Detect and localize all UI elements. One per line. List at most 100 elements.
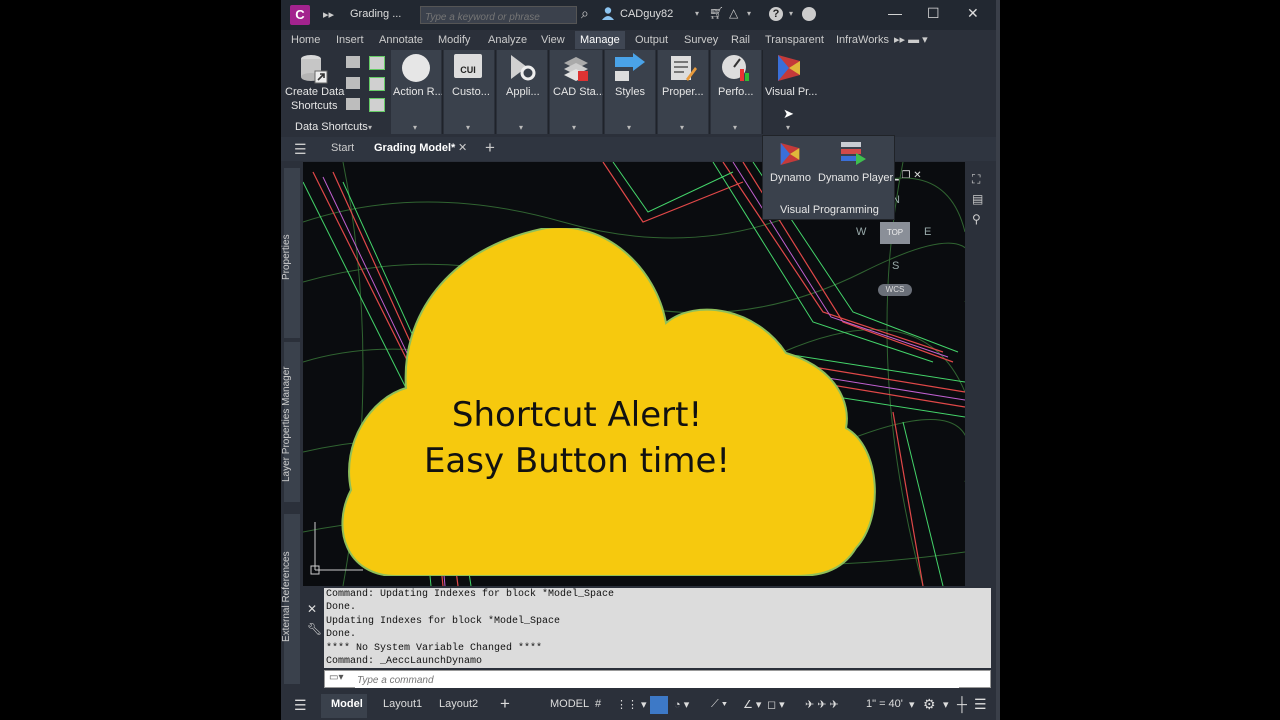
chevron-down-icon[interactable]: ▾: [733, 123, 737, 132]
tab-grading-model[interactable]: Grading Model*: [374, 142, 455, 154]
isodraft-icon[interactable]: ⟋ ▾: [711, 698, 727, 711]
search-input[interactable]: [421, 9, 579, 26]
maximize-button[interactable]: ☐: [927, 5, 940, 22]
viewcube-south[interactable]: S: [892, 260, 899, 272]
new-tab-icon[interactable]: +: [485, 138, 495, 158]
layout2-tab[interactable]: Layout2: [439, 698, 478, 710]
tab-infraworks[interactable]: InfraWorks: [836, 33, 889, 49]
chevron-down-icon[interactable]: ▾: [519, 123, 523, 132]
object-snap-icon[interactable]: ◻ ▾: [767, 698, 785, 711]
small-tool-icon[interactable]: [346, 56, 360, 68]
external-references-tab[interactable]: External References: [281, 542, 303, 652]
data-shortcuts-panel-title[interactable]: Data Shortcuts: [295, 121, 368, 133]
viewport-minimize-icon[interactable]: ▁ ❐ ✕: [891, 170, 922, 181]
small-tool-icon[interactable]: [369, 77, 385, 91]
search-box[interactable]: [420, 6, 579, 26]
tab-annotate[interactable]: Annotate: [379, 33, 423, 49]
model-space-toggle[interactable]: MODEL: [550, 698, 589, 710]
close-button[interactable]: ✕: [967, 5, 979, 22]
isolate-icon[interactable]: ┼: [957, 696, 967, 712]
dynamo-player-menu-item[interactable]: Dynamo Player: [818, 172, 893, 184]
tab-transparent[interactable]: Transparent: [765, 33, 824, 49]
full-navigation-wheel-icon[interactable]: ⛶: [972, 172, 980, 187]
create-data-shortcuts-label-2[interactable]: Shortcuts: [291, 100, 337, 112]
dynamo-icon[interactable]: [779, 141, 801, 167]
snap-icon[interactable]: ⋮⋮ ▾: [616, 698, 647, 711]
close-tab-icon[interactable]: ✕: [458, 141, 467, 154]
tab-survey[interactable]: Survey: [684, 33, 718, 49]
small-tool-icon[interactable]: [346, 98, 360, 110]
chevron-down-icon[interactable]: ▾: [695, 9, 699, 18]
zoom-icon[interactable]: ⚲: [972, 212, 981, 226]
visual-programming-group[interactable]: Visual Pr... ➤ ▾: [764, 50, 817, 137]
app-logo[interactable]: C: [290, 5, 310, 25]
layout1-tab[interactable]: Layout1: [383, 698, 422, 710]
applications-group[interactable]: Appli... ▾: [497, 50, 547, 134]
close-command-line-icon[interactable]: ✕: [307, 602, 317, 616]
small-tool-icon[interactable]: [346, 77, 360, 89]
command-line[interactable]: ▭▾: [324, 670, 991, 688]
user-name[interactable]: CADguy82: [620, 8, 673, 20]
styles-group[interactable]: Styles ▾: [605, 50, 655, 134]
create-data-shortcuts-label[interactable]: Create Data: [285, 86, 344, 98]
autodesk-app-icon[interactable]: △: [729, 6, 738, 20]
chevron-down-icon[interactable]: ▾: [413, 123, 417, 132]
chevron-down-icon[interactable]: ▾: [747, 9, 751, 18]
annotation-scale[interactable]: 1" = 40': [866, 698, 903, 710]
chevron-down-icon[interactable]: ▾: [627, 123, 631, 132]
osnap-icon[interactable]: ∠ ▾: [743, 698, 761, 711]
user-icon[interactable]: [601, 6, 615, 20]
polar-icon[interactable]: ◔ ▾: [674, 698, 689, 711]
tab-start[interactable]: Start: [331, 142, 354, 154]
model-tab[interactable]: Model: [331, 698, 363, 710]
cad-standards-group[interactable]: CAD Sta... ▾: [550, 50, 605, 134]
action-recorder-group[interactable]: Action R... ▾: [391, 50, 444, 134]
command-input[interactable]: [355, 672, 959, 688]
cart-icon[interactable]: 🛒︎: [709, 6, 724, 20]
chevron-down-icon[interactable]: ▾: [466, 123, 470, 132]
ortho-icon[interactable]: [650, 696, 668, 714]
small-tool-icon[interactable]: [369, 56, 385, 70]
chevron-down-icon[interactable]: ▾: [789, 9, 793, 18]
expand-arrows-icon[interactable]: ▸▸: [323, 8, 334, 21]
dynamo-player-icon[interactable]: [839, 139, 867, 167]
small-tool-icon[interactable]: [369, 98, 385, 112]
gear-icon[interactable]: ⚙: [923, 696, 936, 713]
chevron-down-icon[interactable]: ▾: [368, 123, 372, 132]
viewcube-east[interactable]: E: [924, 226, 931, 238]
dynamo-menu-item[interactable]: Dynamo: [770, 172, 811, 184]
search-icon[interactable]: ⌕: [581, 5, 589, 22]
chevron-down-icon[interactable]: ▾: [909, 698, 915, 711]
tab-view[interactable]: View: [541, 33, 565, 49]
properties-palette-tab[interactable]: Properties: [281, 202, 303, 312]
tab-analyze[interactable]: Analyze: [488, 33, 527, 49]
customize-status-icon[interactable]: ☰: [974, 696, 987, 713]
viewcube-top-face[interactable]: TOP: [880, 222, 910, 244]
create-data-shortcuts-icon[interactable]: [297, 53, 329, 85]
grid-icon[interactable]: #: [595, 698, 601, 710]
tab-rail[interactable]: Rail: [731, 33, 750, 49]
tab-insert[interactable]: Insert: [336, 33, 364, 49]
customization-group[interactable]: CUI Custo... ▾: [444, 50, 494, 134]
menu-icon[interactable]: ☰: [294, 141, 307, 158]
new-layout-icon[interactable]: +: [500, 694, 510, 714]
chevron-down-icon[interactable]: ▾: [943, 698, 949, 711]
chevron-down-icon[interactable]: ▾: [786, 123, 790, 132]
tab-home[interactable]: Home: [291, 33, 320, 49]
layer-properties-manager-tab[interactable]: Layer Properties Manager: [281, 354, 303, 494]
layout-menu-icon[interactable]: ☰: [294, 697, 307, 714]
performance-group[interactable]: Perfo... ▾: [711, 50, 761, 134]
minimize-button[interactable]: —: [888, 5, 902, 21]
customize-command-line-icon[interactable]: 🔧︎: [307, 622, 322, 636]
chevron-down-icon[interactable]: ▾: [680, 123, 684, 132]
tab-manage[interactable]: Manage: [575, 31, 625, 49]
wcs-menu[interactable]: WCS: [878, 284, 912, 296]
feedback-icon[interactable]: [802, 7, 816, 21]
pan-icon[interactable]: ▤: [972, 192, 983, 206]
tab-output[interactable]: Output: [635, 33, 668, 49]
help-icon[interactable]: ?: [769, 7, 783, 21]
more-tabs-icon[interactable]: ▸▸ ▬ ▾: [894, 33, 928, 49]
annotation-icon[interactable]: ✈ ✈ ✈: [805, 698, 839, 711]
command-prompt-icon[interactable]: ▭▾: [329, 672, 343, 683]
chevron-down-icon[interactable]: ▾: [572, 123, 576, 132]
